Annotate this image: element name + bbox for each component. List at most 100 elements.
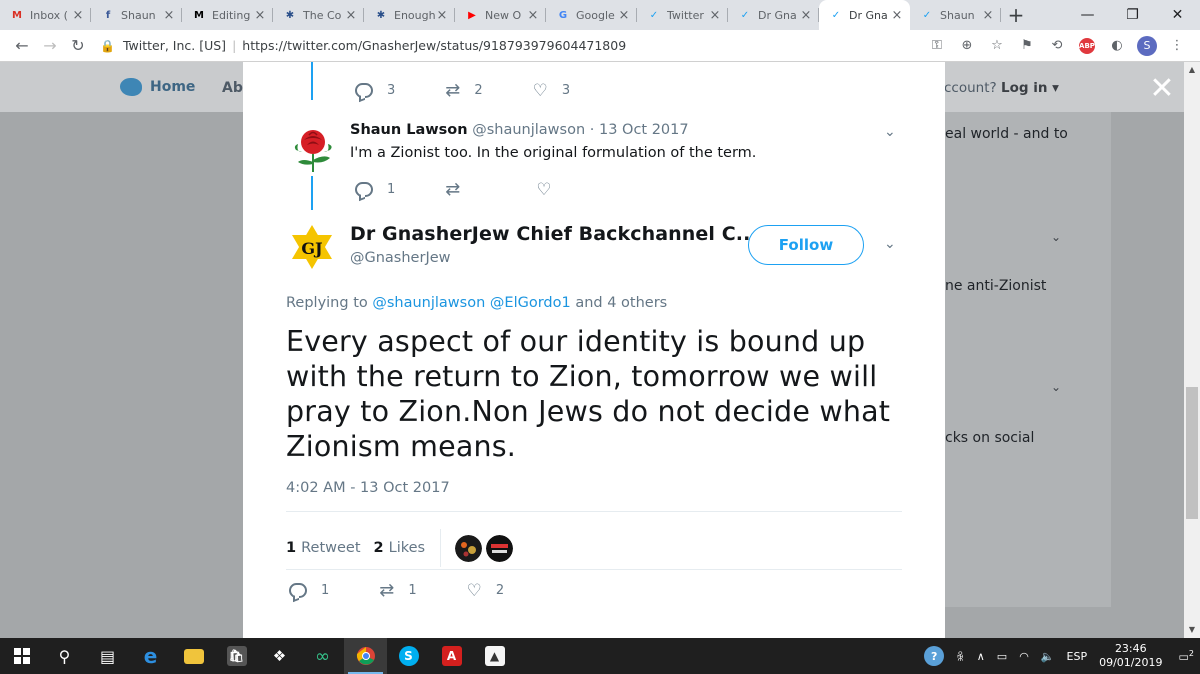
scroll-thumb[interactable] bbox=[1186, 387, 1198, 519]
browser-tab[interactable]: M Inbox (× bbox=[0, 0, 91, 30]
task-view-icon[interactable]: ▤ bbox=[86, 638, 129, 674]
chevron-down-icon[interactable]: ⌄ bbox=[884, 124, 896, 140]
chevron-down-icon[interactable]: ⌄ bbox=[884, 236, 896, 252]
adblock-icon[interactable]: ABP bbox=[1079, 37, 1095, 54]
battery-icon[interactable]: ▭ bbox=[997, 650, 1007, 663]
reply-action[interactable]: 1 bbox=[355, 182, 395, 197]
close-tab-icon[interactable]: × bbox=[253, 8, 267, 23]
profile-avatar[interactable]: S bbox=[1137, 35, 1157, 56]
like-action[interactable]: ♡ 3 bbox=[533, 81, 571, 101]
retweet-action[interactable]: ⇄ 1 bbox=[379, 580, 416, 601]
retweet-action[interactable]: ⇄ bbox=[445, 179, 474, 200]
reply-action[interactable]: 3 bbox=[355, 83, 395, 98]
browser-tab[interactable]: ▶ New O × bbox=[455, 0, 546, 30]
chevron-down-icon[interactable]: ⌄ bbox=[1051, 230, 1061, 244]
tweet-timestamp[interactable]: 4:02 AM - 13 Oct 2017 bbox=[286, 480, 450, 496]
extension-icon-2[interactable]: ◐ bbox=[1102, 32, 1132, 60]
rose-avatar[interactable] bbox=[288, 124, 338, 174]
back-icon[interactable]: ← bbox=[8, 32, 36, 60]
edge-icon[interactable]: e bbox=[129, 638, 172, 674]
bookmark-star-icon[interactable]: ☆ bbox=[982, 32, 1012, 60]
gnasherjew-avatar[interactable]: GJ bbox=[288, 223, 336, 271]
people-icon[interactable]: ꆜ bbox=[956, 649, 965, 664]
browser-tab[interactable]: ✓ Twitter × bbox=[637, 0, 728, 30]
file-explorer-icon[interactable] bbox=[172, 638, 215, 674]
close-tab-icon[interactable]: × bbox=[435, 8, 449, 23]
twitter-bird-icon bbox=[120, 78, 142, 96]
key-icon[interactable]: ⚿ bbox=[922, 32, 952, 60]
infinity-app-icon[interactable]: ∞ bbox=[301, 638, 344, 674]
minimize-icon[interactable]: — bbox=[1065, 0, 1110, 30]
close-tab-icon[interactable]: × bbox=[708, 8, 722, 23]
help-icon[interactable]: ? bbox=[924, 646, 945, 666]
reply-author-name[interactable]: Shaun Lawson bbox=[350, 122, 468, 138]
reply-date[interactable]: · 13 Oct 2017 bbox=[590, 122, 689, 138]
browser-tab[interactable]: M Editing × bbox=[182, 0, 273, 30]
browser-tab[interactable]: ✓ Dr Gna × bbox=[728, 0, 819, 30]
page-scrollbar[interactable]: ▲ ▼ bbox=[1184, 62, 1200, 638]
browser-tab[interactable]: G Google × bbox=[546, 0, 637, 30]
close-tab-icon[interactable]: × bbox=[162, 8, 176, 23]
reply-author-handle[interactable]: @shaunjlawson bbox=[472, 122, 585, 138]
chrome-icon[interactable] bbox=[344, 638, 387, 674]
maximize-icon[interactable]: ❐ bbox=[1110, 0, 1155, 30]
new-tab-button[interactable]: + bbox=[1001, 0, 1031, 30]
chevron-down-icon[interactable]: ⌄ bbox=[1051, 380, 1061, 394]
browser-tab[interactable]: ✱ The Co × bbox=[273, 0, 364, 30]
liker-avatar[interactable] bbox=[486, 534, 514, 562]
right-snippet-3: cks on social bbox=[945, 430, 1035, 446]
browser-tab[interactable]: ✱ Enough × bbox=[364, 0, 455, 30]
close-tab-icon[interactable]: × bbox=[71, 8, 85, 23]
forward-icon[interactable]: → bbox=[36, 32, 64, 60]
store-icon[interactable]: 🛍 bbox=[215, 638, 258, 674]
close-window-icon[interactable]: ✕ bbox=[1155, 0, 1200, 30]
like-action[interactable]: ♡ bbox=[536, 180, 565, 200]
close-tab-icon[interactable]: × bbox=[799, 8, 813, 23]
close-tab-icon[interactable]: × bbox=[890, 8, 904, 23]
search-icon[interactable]: ⚲ bbox=[43, 638, 86, 674]
notification-icon[interactable]: ▭2 bbox=[1179, 649, 1195, 664]
liker-avatar[interactable] bbox=[455, 534, 483, 562]
likes-stat[interactable]: 2 Likes bbox=[374, 540, 426, 556]
photos-icon[interactable]: ▲ bbox=[473, 638, 516, 674]
volume-icon[interactable]: 🔈 bbox=[1041, 650, 1055, 663]
zoom-icon[interactable]: ⊕ bbox=[952, 32, 982, 60]
menu-icon[interactable]: ⋮ bbox=[1162, 32, 1192, 60]
language-indicator[interactable]: ESP bbox=[1067, 650, 1088, 663]
login-link[interactable]: Log in bbox=[1001, 80, 1047, 96]
retweet-stat[interactable]: 1 Retweet bbox=[286, 540, 361, 556]
reload-icon[interactable]: ↻ bbox=[64, 32, 92, 60]
follow-button[interactable]: Follow bbox=[748, 225, 864, 265]
skype-icon[interactable]: S bbox=[387, 638, 430, 674]
address-bar[interactable]: 🔒 Twitter, Inc. [US] | https://twitter.c… bbox=[100, 32, 914, 60]
clock[interactable]: 23:46 09/01/2019 bbox=[1099, 642, 1162, 670]
tweet-author-name[interactable]: Dr GnasherJew Chief Backchannel C... bbox=[350, 223, 758, 245]
like-action[interactable]: ♡ 2 bbox=[467, 581, 505, 601]
close-tab-icon[interactable]: × bbox=[526, 8, 540, 23]
close-tab-icon[interactable]: × bbox=[981, 8, 995, 23]
replying-others[interactable]: and 4 others bbox=[575, 295, 667, 311]
windows-start-icon[interactable] bbox=[0, 638, 43, 674]
close-modal-icon[interactable]: ✕ bbox=[1148, 74, 1176, 104]
browser-tab[interactable]: f Shaun × bbox=[91, 0, 182, 30]
close-tab-icon[interactable]: × bbox=[344, 8, 358, 23]
url-text[interactable]: https://twitter.com/GnasherJew/status/91… bbox=[242, 38, 626, 53]
nav-home[interactable]: Home bbox=[120, 78, 195, 96]
tray-chevron-icon[interactable]: ∧ bbox=[977, 650, 985, 663]
close-tab-icon[interactable]: × bbox=[617, 8, 631, 23]
replying-user-link[interactable]: @shaunjlawson bbox=[372, 295, 485, 311]
facebook-icon: f bbox=[105, 9, 111, 21]
scroll-up-icon[interactable]: ▲ bbox=[1184, 62, 1200, 78]
wifi-icon[interactable]: ◠ bbox=[1019, 650, 1029, 663]
scroll-down-icon[interactable]: ▼ bbox=[1184, 622, 1200, 638]
flag-extension-icon[interactable]: ⚑ bbox=[1012, 32, 1042, 60]
replying-user-link[interactable]: @ElGordo1 bbox=[490, 295, 571, 311]
acrobat-icon[interactable]: A bbox=[430, 638, 473, 674]
tweet-author-handle[interactable]: @GnasherJew bbox=[350, 250, 451, 266]
reply-action[interactable]: 1 bbox=[289, 583, 329, 598]
browser-tab[interactable]: ✓ Shaun × bbox=[910, 0, 1001, 30]
dropbox-icon[interactable]: ❖ bbox=[258, 638, 301, 674]
retweet-action[interactable]: ⇄ 2 bbox=[445, 80, 482, 101]
browser-tab[interactable]: ✓ Dr Gna × bbox=[819, 0, 910, 30]
extension-icon[interactable]: ⟲ bbox=[1042, 32, 1072, 60]
